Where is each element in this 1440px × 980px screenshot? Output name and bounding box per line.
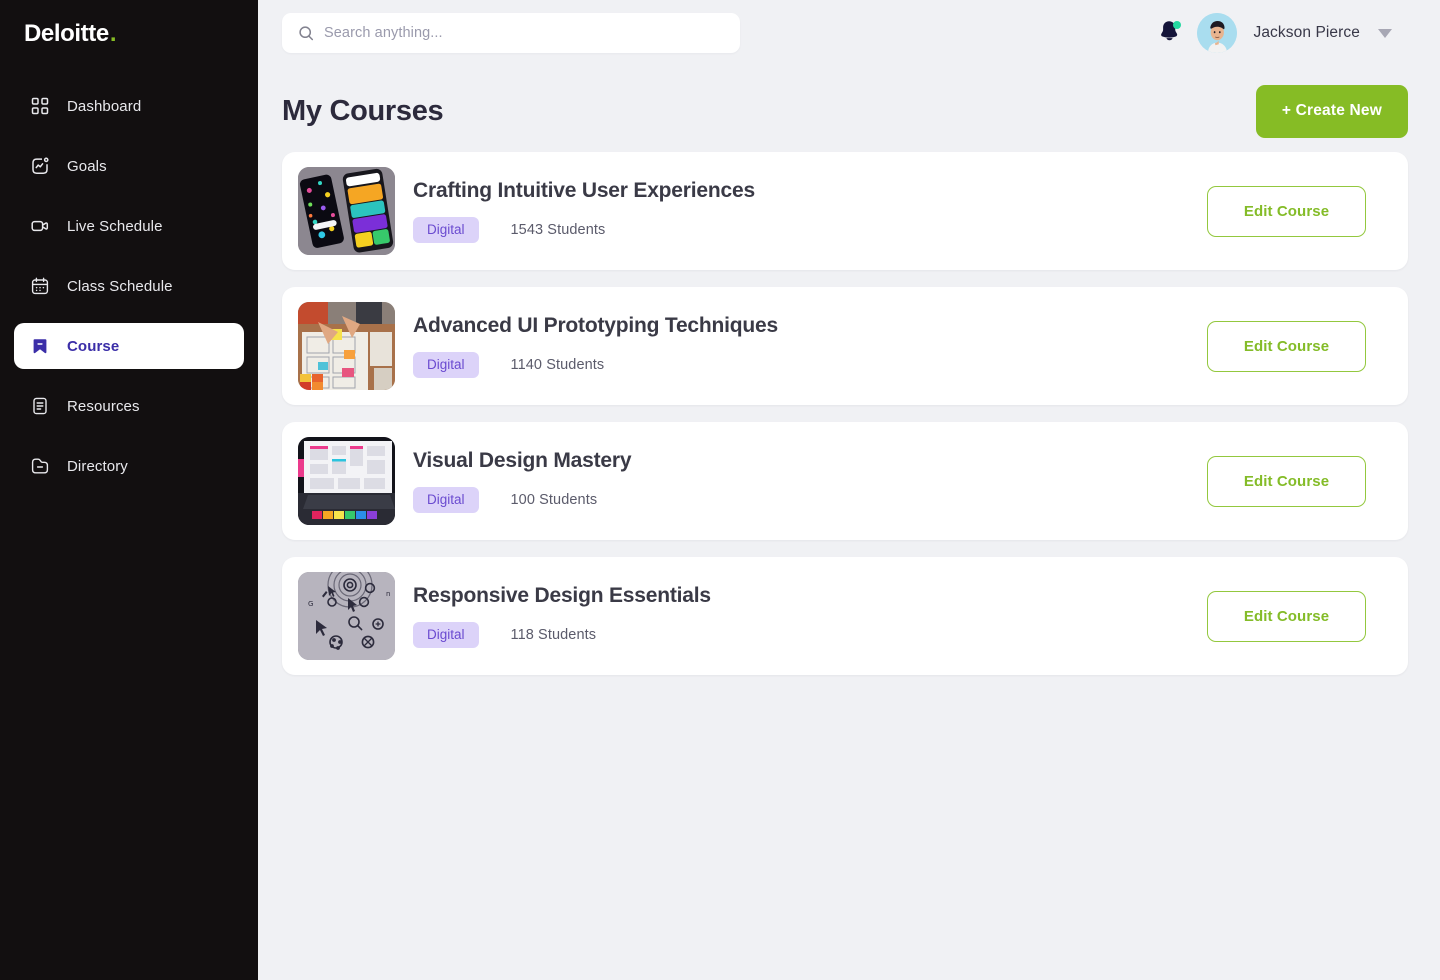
status-badge: Digital — [413, 217, 479, 243]
app-root: Deloitte. Dashboard Goals Live Schedule … — [0, 0, 1440, 980]
folder-minus-icon — [30, 456, 50, 476]
document-icon — [30, 396, 50, 416]
sidebar-item-label: Dashboard — [67, 97, 142, 115]
sidebar-item-label: Live Schedule — [67, 217, 163, 235]
calendar-icon — [30, 276, 50, 296]
svg-text:n: n — [386, 590, 390, 598]
student-count: 118 Students — [510, 627, 597, 643]
course-card[interactable]: Crafting Intuitive User Experiences Digi… — [282, 152, 1408, 270]
brand-name: Deloitte — [24, 20, 109, 47]
course-title: Responsive Design Essentials — [413, 584, 711, 608]
chevron-down-icon[interactable] — [1378, 28, 1392, 38]
grid-icon — [30, 96, 50, 116]
course-card[interactable]: G n Responsive Design Essentials Digital… — [282, 557, 1408, 675]
course-meta: Digital 118 Students — [413, 622, 1207, 648]
course-info: Responsive Design Essentials Digital 118… — [395, 584, 1207, 648]
course-card[interactable]: Visual Design Mastery Digital 100 Studen… — [282, 422, 1408, 540]
sidebar-item-goals[interactable]: Goals — [14, 143, 244, 189]
sidebar: Deloitte. Dashboard Goals Live Schedule … — [0, 0, 258, 980]
topbar-right: Jackson Pierce — [1157, 13, 1392, 53]
notifications-button[interactable] — [1157, 20, 1182, 46]
sidebar-item-label: Directory — [67, 457, 128, 475]
page-title: My Courses — [282, 94, 444, 127]
edit-course-button[interactable]: Edit Course — [1207, 185, 1366, 237]
sidebar-item-label: Goals — [67, 157, 107, 175]
student-count: 1543 Students — [510, 222, 606, 238]
sidebar-item-class-schedule[interactable]: Class Schedule — [14, 263, 244, 309]
sidebar-item-course[interactable]: Course — [14, 323, 244, 369]
sidebar-item-resources[interactable]: Resources — [14, 383, 244, 429]
main-content: Jackson Pierce My Courses + Create New — [258, 0, 1440, 980]
course-thumbnail: G n — [298, 572, 395, 660]
svg-text:G: G — [308, 600, 313, 608]
create-new-button[interactable]: + Create New — [1255, 84, 1408, 138]
bookmark-icon — [30, 336, 50, 356]
edit-course-button[interactable]: Edit Course — [1207, 590, 1366, 642]
sidebar-nav: Dashboard Goals Live Schedule Class Sche… — [0, 83, 258, 503]
user-name: Jackson Pierce — [1253, 24, 1360, 41]
course-meta: Digital 1543 Students — [413, 217, 1207, 243]
course-thumbnail — [298, 167, 395, 255]
page-header: My Courses + Create New — [258, 66, 1440, 142]
avatar[interactable] — [1197, 13, 1238, 53]
course-list: Crafting Intuitive User Experiences Digi… — [258, 142, 1440, 675]
topbar: Jackson Pierce — [258, 0, 1440, 66]
student-count: 1140 Students — [510, 357, 605, 373]
course-title: Visual Design Mastery — [413, 449, 632, 473]
student-count: 100 Students — [510, 492, 598, 508]
course-meta: Digital 1140 Students — [413, 352, 1207, 378]
status-badge: Digital — [413, 622, 479, 648]
search-input[interactable] — [324, 25, 724, 41]
course-info: Visual Design Mastery Digital 100 Studen… — [395, 449, 1207, 513]
sidebar-item-label: Course — [67, 337, 120, 355]
edit-course-button[interactable]: Edit Course — [1207, 320, 1366, 372]
course-info: Advanced UI Prototyping Techniques Digit… — [395, 314, 1207, 378]
course-title: Crafting Intuitive User Experiences — [413, 179, 755, 203]
brand-dot: . — [109, 20, 117, 47]
course-card[interactable]: Advanced UI Prototyping Techniques Digit… — [282, 287, 1408, 405]
brand-logo: Deloitte. — [0, 0, 258, 60]
course-meta: Digital 100 Students — [413, 487, 1207, 513]
course-thumbnail — [298, 437, 395, 525]
search-icon — [298, 25, 314, 41]
sidebar-item-label: Class Schedule — [67, 277, 173, 295]
course-thumbnail — [298, 302, 395, 390]
chart-square-icon — [30, 156, 50, 176]
sidebar-item-dashboard[interactable]: Dashboard — [14, 83, 244, 129]
sidebar-item-directory[interactable]: Directory — [14, 443, 244, 489]
course-info: Crafting Intuitive User Experiences Digi… — [395, 179, 1207, 243]
status-badge: Digital — [413, 487, 479, 513]
status-badge: Digital — [413, 352, 479, 378]
sidebar-item-live-schedule[interactable]: Live Schedule — [14, 203, 244, 249]
course-title: Advanced UI Prototyping Techniques — [413, 314, 779, 338]
search-box[interactable] — [282, 13, 740, 53]
edit-course-button[interactable]: Edit Course — [1207, 455, 1366, 507]
sidebar-item-label: Resources — [67, 397, 140, 415]
video-camera-icon — [30, 216, 50, 236]
